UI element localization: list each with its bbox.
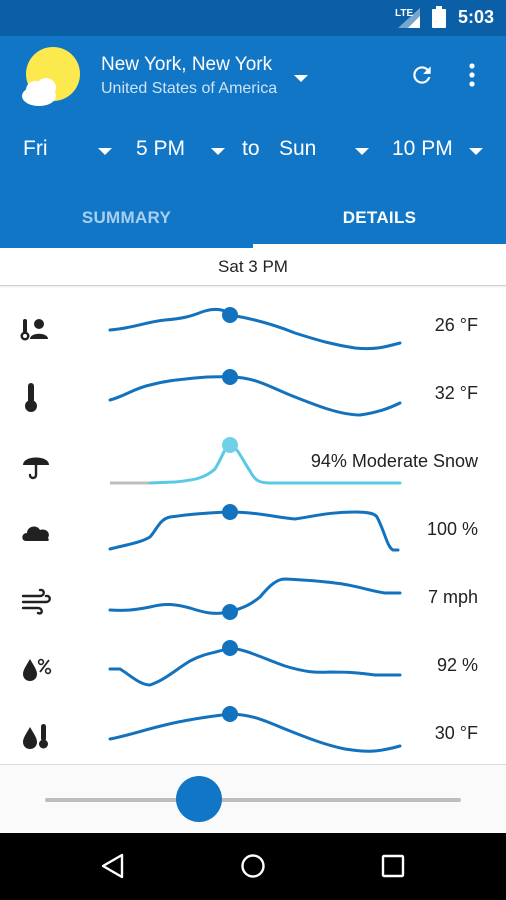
navigation-bar [0,833,506,900]
home-icon[interactable] [240,853,266,879]
wind-marker [222,604,238,620]
feels-like-marker [222,307,238,323]
from-day-select[interactable]: Fri [23,137,48,161]
precipitation-value: 94% Moderate Snow [310,451,478,471]
humidity-chart [108,640,402,687]
metric-row-temperature: 32 °F [0,363,506,431]
from-time-select[interactable]: 5 PM [136,137,185,161]
sun-cloud-icon [22,47,80,106]
thermometer-icon [25,383,37,412]
cloud-icon [22,526,49,541]
feels-like-value: 26 °F [434,315,478,335]
metric-row-precipitation: 94% Moderate Snow [0,431,506,499]
more-options-icon[interactable] [466,62,478,88]
wind-chart [108,577,402,620]
to-day-dropdown-icon[interactable] [355,148,369,155]
battery-icon [432,6,446,28]
temperature-marker [222,369,238,385]
location-country[interactable]: United States of America [101,80,277,98]
cloud-cover-chart [108,504,400,552]
range-connector: to [242,137,260,160]
feels-like-icon [20,319,48,341]
tab-summary[interactable]: SUMMARY [0,208,253,228]
from-time-dropdown-icon[interactable] [211,148,225,155]
wind-icon [21,588,51,615]
dew-point-icon [23,724,48,749]
from-day-dropdown-icon[interactable] [98,148,112,155]
dew-point-marker [222,706,238,722]
metric-row-wind: 7 mph [0,567,506,635]
status-bar: LTE 5:03 [0,0,506,36]
to-time-select[interactable]: 10 PM [392,137,453,161]
location-dropdown-icon[interactable] [294,75,308,82]
to-day-select[interactable]: Sun [279,137,316,161]
location-name[interactable]: New York, New York [101,54,272,76]
temperature-value: 32 °F [434,383,478,403]
cloud-cover-marker [222,504,238,520]
feels-like-chart [108,307,402,351]
clock: 5:03 [457,7,494,27]
humidity-value: 92 % [436,655,478,675]
time-slider-thumb[interactable] [175,776,222,822]
back-icon[interactable] [100,853,126,879]
metric-row-feels-like: 26 °F [0,295,506,363]
selected-time: Sat 3 PM [218,257,288,276]
metric-row-dew-point: 30 °F [0,703,506,771]
temperature-chart [108,369,402,417]
app-header: New York, New York United States of Amer… [0,36,506,248]
precipitation-marker [222,437,238,453]
tab-details[interactable]: DETAILS [253,208,506,228]
time-slider-area [0,764,506,834]
to-time-dropdown-icon[interactable] [469,148,483,155]
metric-row-cloud-cover: 100 % [0,499,506,567]
time-slider-track[interactable] [45,798,461,802]
refresh-icon[interactable] [409,62,435,88]
wind-value: 7 mph [427,587,478,607]
recents-icon[interactable] [381,854,405,878]
signal-icon [398,8,420,28]
cloud-cover-value: 100 % [426,519,478,539]
umbrella-icon [23,457,49,480]
humidity-icon [23,658,52,681]
selected-time-bar: Sat 3 PM [0,248,506,286]
metric-row-humidity: 92 % [0,635,506,703]
dew-point-value: 30 °F [434,723,478,743]
dew-point-chart [108,706,402,753]
humidity-marker [222,640,238,656]
